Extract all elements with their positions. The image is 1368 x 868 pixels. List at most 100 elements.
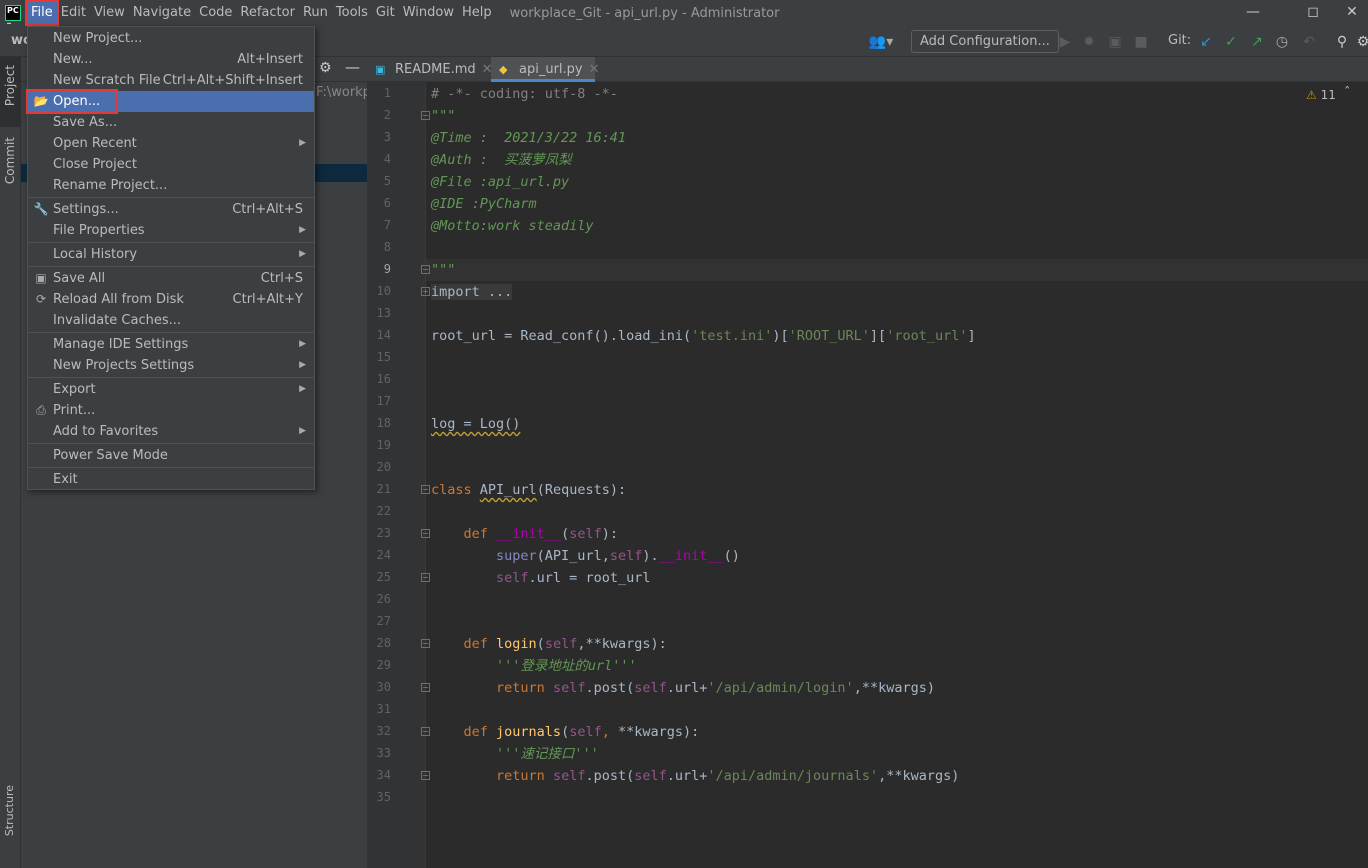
menu-item-new-scratch-file[interactable]: New Scratch File Ctrl+Alt+Shift+Insert xyxy=(28,70,314,91)
menu-item-save-as[interactable]: Save As... xyxy=(28,112,314,133)
line-number: 30 xyxy=(376,680,391,694)
menu-file[interactable]: File xyxy=(25,0,59,26)
menu-item-reload-all-from-disk[interactable]: ⟳ Reload All from Disk Ctrl+Alt+Y xyxy=(28,289,314,310)
menu-item-label: Power Save Mode xyxy=(53,448,168,463)
line-number: 17 xyxy=(376,394,391,408)
menu-item-label: Open Recent xyxy=(53,136,137,151)
git-push-icon[interactable]: ↗ xyxy=(1248,31,1266,53)
code-token: '/api/admin/login' xyxy=(707,680,854,696)
submenu-arrow-icon: ▶ xyxy=(299,249,306,259)
menu-item-new-project[interactable]: New Project... xyxy=(28,28,314,49)
settings-icon[interactable]: ⚙ xyxy=(1356,31,1368,53)
line-number: 8 xyxy=(383,240,391,254)
menu-item-close-project[interactable]: Close Project xyxy=(28,154,314,175)
fold-icon[interactable]: − xyxy=(421,529,430,538)
stop-icon[interactable]: ■ xyxy=(1133,31,1149,53)
code-token: ] xyxy=(967,328,976,344)
maximize-button[interactable]: ◻ xyxy=(1290,0,1336,26)
save-icon: ▣ xyxy=(35,271,47,285)
run-icon[interactable]: ▶ xyxy=(1056,31,1074,53)
add-configuration-button[interactable]: Add Configuration... xyxy=(911,30,1059,53)
menu-item-invalidate-caches[interactable]: Invalidate Caches... xyxy=(28,310,314,331)
menu-item-save-all[interactable]: ▣ Save All Ctrl+S xyxy=(28,268,314,289)
debug-icon[interactable]: ✹ xyxy=(1080,31,1098,53)
menu-item-new-projects-settings[interactable]: New Projects Settings ▶ xyxy=(28,355,314,376)
menu-navigate[interactable]: Navigate xyxy=(129,2,195,24)
git-commit-icon[interactable]: ✓ xyxy=(1222,31,1240,53)
menu-item-local-history[interactable]: Local History ▶ xyxy=(28,244,314,265)
code-line: @Auth : 买菠萝凤梨 xyxy=(431,149,572,171)
menu-items: File Edit View Navigate Code Refactor Run Tools… xyxy=(25,0,496,26)
submenu-arrow-icon: ▶ xyxy=(299,339,306,349)
fold-icon[interactable]: − xyxy=(421,111,430,120)
menu-git[interactable]: Git xyxy=(372,2,399,24)
menu-refactor[interactable]: Refactor xyxy=(236,2,299,24)
menu-item-manage-ide-settings[interactable]: Manage IDE Settings ▶ xyxy=(28,334,314,355)
menu-item-exit[interactable]: Exit xyxy=(28,469,314,490)
search-icon[interactable]: ⚲ xyxy=(1333,31,1351,53)
coverage-icon[interactable]: ▣ xyxy=(1106,31,1124,53)
line-number: 32 xyxy=(376,724,391,738)
menu-item-label: New Projects Settings xyxy=(53,358,195,373)
fold-icon[interactable]: − xyxy=(421,683,430,692)
warning-count: 11 xyxy=(1320,88,1336,102)
code-token: .url+ xyxy=(666,768,708,784)
code-token: self xyxy=(569,724,602,740)
menu-item-print[interactable]: ⎙ Print... xyxy=(28,400,314,421)
menu-window[interactable]: Window xyxy=(399,2,458,24)
code-line: import ... xyxy=(431,281,513,303)
menu-tools[interactable]: Tools xyxy=(332,2,372,24)
menu-item-export[interactable]: Export ▶ xyxy=(28,379,314,400)
tab-api-url-py[interactable]: ◆ api_url.py ✕ xyxy=(491,57,600,82)
code-token: .url = root_url xyxy=(528,570,651,586)
fold-icon[interactable]: − xyxy=(421,485,430,494)
close-button[interactable]: ✕ xyxy=(1336,0,1368,26)
code-token: self xyxy=(569,526,602,542)
code-line: def journals(self, **kwargs): xyxy=(431,721,700,743)
menu-item-add-to-favorites[interactable]: Add to Favorites ▶ xyxy=(28,421,314,442)
hide-panel-icon[interactable]: — xyxy=(345,58,360,76)
line-number: 7 xyxy=(383,218,391,232)
history-icon[interactable]: ◷ xyxy=(1273,31,1291,53)
menu-code[interactable]: Code xyxy=(195,2,236,24)
menu-view[interactable]: View xyxy=(90,2,129,24)
close-tab-icon[interactable]: ✕ xyxy=(589,62,600,77)
code-token: self xyxy=(634,680,667,696)
fold-icon[interactable]: − xyxy=(421,771,430,780)
line-number: 35 xyxy=(376,790,391,804)
tab-readme-md[interactable]: ▣ README.md ✕ xyxy=(367,57,493,82)
expand-fold-icon[interactable]: + xyxy=(421,287,430,296)
minimize-button[interactable]: — xyxy=(1230,0,1276,26)
menu-edit[interactable]: Edit xyxy=(57,2,90,24)
git-update-icon[interactable]: ↙ xyxy=(1197,31,1215,53)
code-token: API_url xyxy=(479,482,537,498)
rollback-icon[interactable]: ↶ xyxy=(1300,31,1318,53)
commit-tool-button[interactable]: Commit xyxy=(3,137,17,184)
gear-icon[interactable]: ⚙ xyxy=(319,60,332,76)
fold-icon[interactable]: − xyxy=(421,573,430,582)
fold-icon[interactable]: − xyxy=(421,639,430,648)
code-token: self xyxy=(544,636,578,652)
line-number: 3 xyxy=(383,130,391,144)
menu-item-label: New Scratch File xyxy=(53,73,161,88)
menu-item-new[interactable]: New... Alt+Insert xyxy=(28,49,314,70)
menu-run[interactable]: Run xyxy=(299,2,332,24)
menu-item-file-properties[interactable]: File Properties ▶ xyxy=(28,220,314,241)
menu-item-rename-project[interactable]: Rename Project... xyxy=(28,175,314,196)
project-tool-button[interactable]: Project xyxy=(3,65,17,106)
menu-item-open-recent[interactable]: Open Recent ▶ xyxy=(28,133,314,154)
menu-help[interactable]: Help xyxy=(458,2,496,24)
structure-tool-button[interactable]: Structure xyxy=(3,785,16,836)
menu-item-power-save-mode[interactable]: Power Save Mode xyxy=(28,445,314,466)
code-token: ( xyxy=(561,526,570,542)
line-number: 22 xyxy=(376,504,391,518)
user-icon[interactable]: 👥▾ xyxy=(868,31,894,53)
warnings-indicator[interactable]: ⚠ 11 xyxy=(1306,88,1336,102)
fold-icon[interactable]: − xyxy=(421,265,430,274)
menu-item-open[interactable]: 📂 Open... xyxy=(26,89,314,114)
previous-highlight-icon[interactable]: ˆ xyxy=(1344,86,1351,101)
menu-item-label: Rename Project... xyxy=(53,178,168,193)
submenu-arrow-icon: ▶ xyxy=(299,360,306,370)
fold-icon[interactable]: − xyxy=(421,727,430,736)
menu-item-settings[interactable]: 🔧 Settings... Ctrl+Alt+S xyxy=(28,199,314,220)
